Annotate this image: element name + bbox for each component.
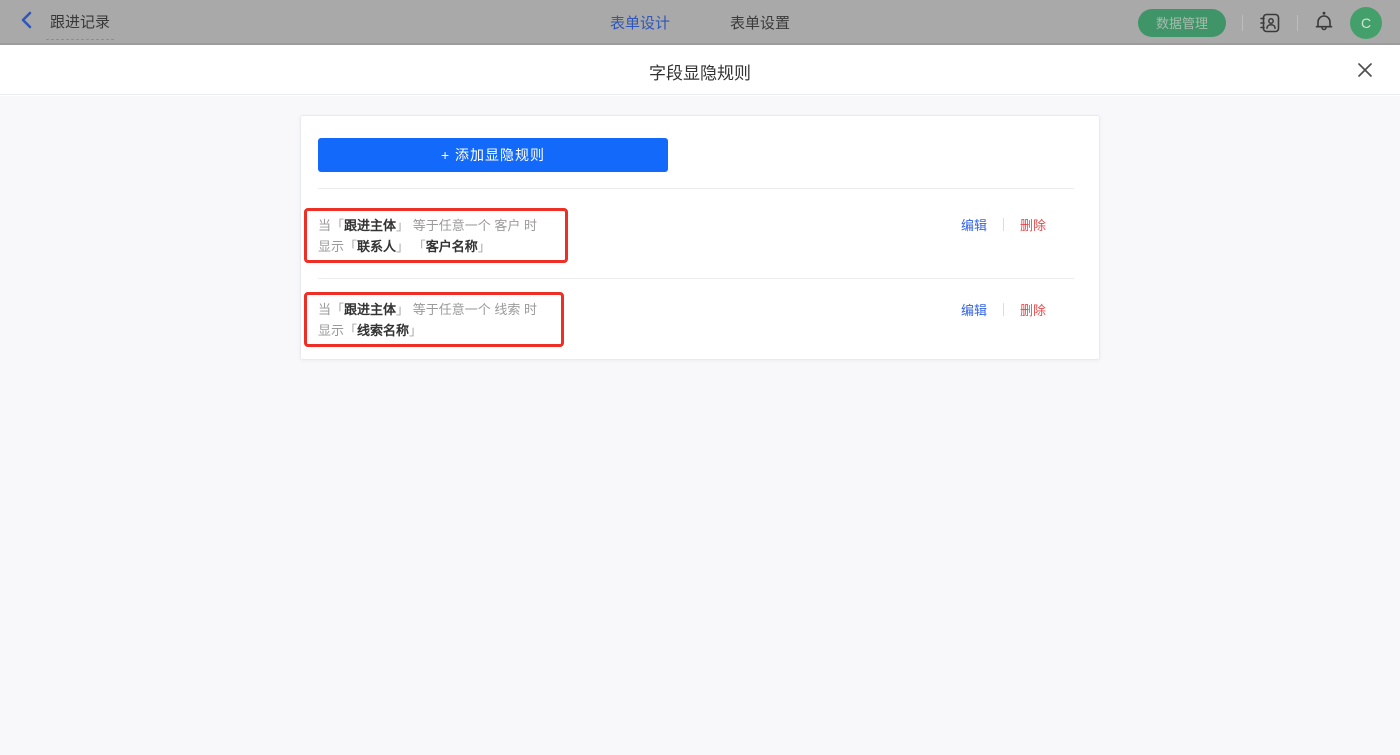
rule-1-actions: 编辑 删除 — [961, 215, 1046, 234]
divider — [318, 278, 1074, 279]
back-button[interactable] — [20, 11, 34, 34]
modal-body: + 添加显隐规则 当「跟进主体」 等于任意一个 客户 时 显示「联系人」 「客户… — [0, 96, 1400, 755]
rule-item-2: 当「跟进主体」 等于任意一个 线索 时 显示「线索名称」 — [304, 292, 564, 347]
delete-button[interactable]: 删除 — [1020, 215, 1046, 234]
data-manage-button[interactable]: 数据管理 — [1137, 8, 1226, 37]
rule-text: 当「跟进主体」 等于任意一个 客户 时 — [318, 218, 537, 233]
header-tabs: 表单设计 表单设置 — [610, 0, 790, 45]
rule-text: 当「跟进主体」 等于任意一个 线索 时 — [318, 302, 537, 317]
chevron-left-icon — [20, 11, 34, 34]
divider — [1242, 14, 1243, 31]
divider — [1297, 14, 1298, 31]
rules-card: + 添加显隐规则 当「跟进主体」 等于任意一个 客户 时 显示「联系人」 「客户… — [300, 115, 1100, 360]
modal-header: 字段显隐规则 — [0, 45, 1400, 95]
divider — [1002, 303, 1004, 316]
add-rule-button[interactable]: + 添加显隐规则 — [318, 138, 668, 172]
divider — [318, 188, 1074, 189]
divider — [1002, 218, 1004, 231]
rule-item-1: 当「跟进主体」 等于任意一个 客户 时 显示「联系人」 「客户名称」 — [304, 208, 568, 263]
close-icon[interactable] — [1354, 59, 1376, 81]
edit-button[interactable]: 编辑 — [961, 215, 987, 234]
modal-title: 字段显隐规则 — [649, 64, 751, 83]
bell-icon[interactable] — [1314, 11, 1334, 34]
user-avatar[interactable]: C — [1350, 6, 1382, 39]
rule-result: 显示「线索名称」 — [318, 323, 423, 338]
rule-2-actions: 编辑 删除 — [961, 300, 1046, 319]
form-name[interactable]: 跟进记录 — [46, 11, 115, 40]
tab-form-design[interactable]: 表单设计 — [610, 12, 670, 33]
rule-result: 显示「联系人」 「客户名称」 — [318, 239, 491, 254]
tab-form-settings[interactable]: 表单设置 — [730, 12, 790, 33]
delete-button[interactable]: 删除 — [1020, 300, 1046, 319]
edit-button[interactable]: 编辑 — [961, 300, 987, 319]
header-left: 跟进记录 — [20, 0, 115, 45]
address-book-icon[interactable] — [1259, 12, 1281, 34]
app-header: 跟进记录 表单设计 表单设置 数据管理 C — [0, 0, 1400, 45]
header-right: 数据管理 C — [1137, 0, 1382, 45]
